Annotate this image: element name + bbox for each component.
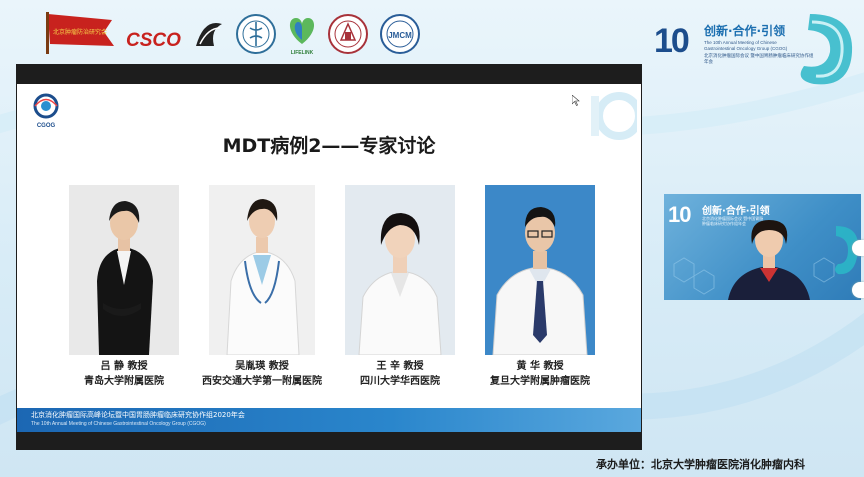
expert-hospital-1: 青岛大学附属医院 — [84, 376, 164, 387]
side-panel-handle-bottom[interactable] — [852, 282, 864, 298]
video-anniversary-number: 10 — [668, 202, 692, 227]
lifelink-logo-text: LIFELINK — [290, 50, 314, 56]
expert-name-2: 吴胤瑛 教授 — [235, 361, 289, 372]
expert-hospital-4: 复旦大学附属肿瘤医院 — [490, 376, 590, 387]
mouse-cursor-icon — [572, 95, 580, 106]
expert-hospital-2: 西安交通大学第一附属医院 — [202, 376, 322, 387]
lifelink-logo: LIFELINK — [282, 14, 322, 56]
csco-logo: CSCO — [126, 14, 228, 54]
expert-hospital-3: 四川大学华西医院 — [360, 376, 440, 387]
medical-association-logo — [236, 14, 276, 54]
slide-title: MDT病例2——专家讨论 — [222, 135, 436, 157]
expert-photo-4 — [485, 185, 595, 355]
anniversary-number: 10 — [654, 22, 690, 60]
speaker-video-window[interactable]: 10 创新·合作·引领 北京消化肿瘤国际会议 暨中国胃肠肿瘤临床研究协作组年会 — [664, 194, 861, 300]
cgog-logo: CGOG — [31, 93, 61, 129]
organiser-credit: 承办单位：北京大学肿瘤医院消化肿瘤内科 — [596, 458, 805, 471]
cancer-society-flag-logo: 北京肿瘤防治研究会 — [42, 10, 118, 54]
expert-photo-3 — [345, 185, 455, 355]
speaker-person — [728, 220, 810, 300]
expert-photo-2 — [209, 185, 315, 355]
hospital-seal-logo — [328, 14, 368, 54]
anniversary-slogan: 创新·合作·引领 — [704, 24, 786, 38]
expert-name-1: 吕 静 教授 — [100, 361, 148, 372]
jmcm-logo: JMCM — [380, 14, 420, 54]
side-panel-handle-top[interactable] — [852, 240, 864, 256]
slide-footer-chinese: 北京消化肿瘤国际高峰论坛暨中国胃肠肿瘤临床研究协作组2020年会 — [31, 411, 245, 419]
expert-name-4: 黄 华 教授 — [516, 361, 564, 372]
slide-footer-banner: 北京消化肿瘤国际高峰论坛暨中国胃肠肿瘤临床研究协作组2020年会 The 10t… — [17, 408, 641, 432]
anniversary-banner: 10 创新·合作·引领 The 10th Annual Meeting of C… — [650, 8, 860, 94]
presentation-slide: CGOG MDT病例2——专家讨论 吕 静 教授 青岛大学附属医院 吴胤瑛 教授… — [17, 84, 641, 432]
cgog-logo-text: CGOG — [36, 123, 56, 129]
jmcm-logo-text: JMCM — [388, 31, 412, 40]
flag-logo-text: 北京肿瘤防治研究会 — [53, 28, 107, 36]
csco-logo-text: CSCO — [126, 30, 181, 51]
stomach-graphic — [800, 14, 853, 85]
slide-footer-english: The 10th Annual Meeting of Chinese Gastr… — [31, 421, 206, 427]
expert-name-3: 王 辛 教授 — [376, 361, 424, 372]
expert-photo-1 — [69, 185, 179, 355]
